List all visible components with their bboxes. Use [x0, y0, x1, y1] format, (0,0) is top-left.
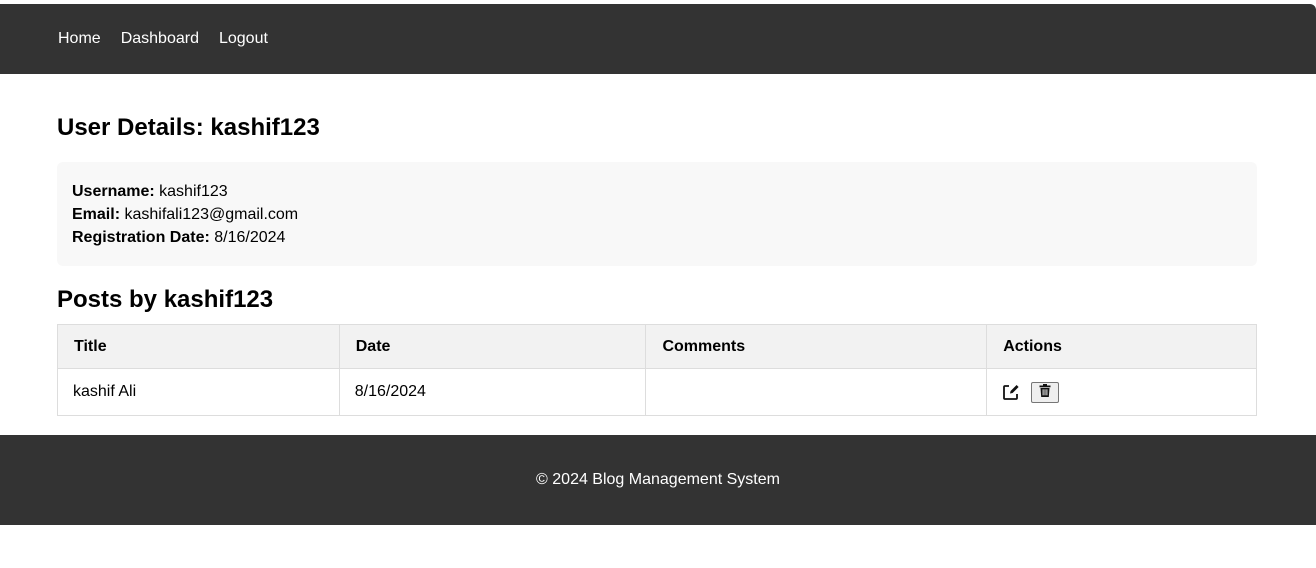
column-header-date: Date	[338, 324, 647, 369]
posts-table: Title Date Comments Actions kashif Ali 8…	[57, 324, 1257, 416]
footer-copyright: © 2024 Blog Management System	[536, 471, 780, 488]
email-label: Email:	[72, 206, 121, 223]
edit-icon[interactable]	[1002, 383, 1020, 401]
posts-section-title: Posts by kashif123	[57, 286, 274, 313]
table-header-row: Title Date Comments Actions	[57, 324, 1257, 369]
nav-link-dashboard[interactable]: Dashboard	[121, 30, 199, 48]
registration-date-label: Registration Date:	[72, 229, 210, 246]
column-header-comments: Comments	[645, 324, 988, 369]
navbar: Home Dashboard Logout	[0, 4, 1316, 74]
registration-date-value: 8/16/2024	[214, 229, 286, 246]
post-title-cell: kashif Ali	[57, 368, 340, 416]
column-header-title: Title	[57, 324, 340, 369]
table-row: kashif Ali 8/16/2024	[57, 368, 1257, 416]
post-comments-cell	[645, 368, 988, 416]
post-actions-cell	[986, 368, 1257, 416]
nav-link-home[interactable]: Home	[58, 30, 101, 48]
username-row: Username: kashif123	[72, 180, 1242, 203]
footer: © 2024 Blog Management System	[0, 435, 1316, 525]
username-label: Username:	[72, 183, 155, 200]
column-header-actions: Actions	[986, 324, 1257, 369]
page-title: User Details: kashif123	[57, 114, 320, 141]
post-date-cell: 8/16/2024	[338, 368, 647, 416]
trash-icon	[1039, 384, 1051, 400]
email-row: Email: kashifali123@gmail.com	[72, 203, 1242, 226]
nav-link-logout[interactable]: Logout	[219, 30, 268, 48]
email-value: kashifali123@gmail.com	[124, 206, 299, 223]
registration-date-row: Registration Date: 8/16/2024	[72, 226, 1242, 249]
delete-button[interactable]	[1031, 381, 1060, 403]
user-details-card: Username: kashif123 Email: kashifali123@…	[57, 162, 1257, 266]
username-value: kashif123	[159, 183, 228, 200]
